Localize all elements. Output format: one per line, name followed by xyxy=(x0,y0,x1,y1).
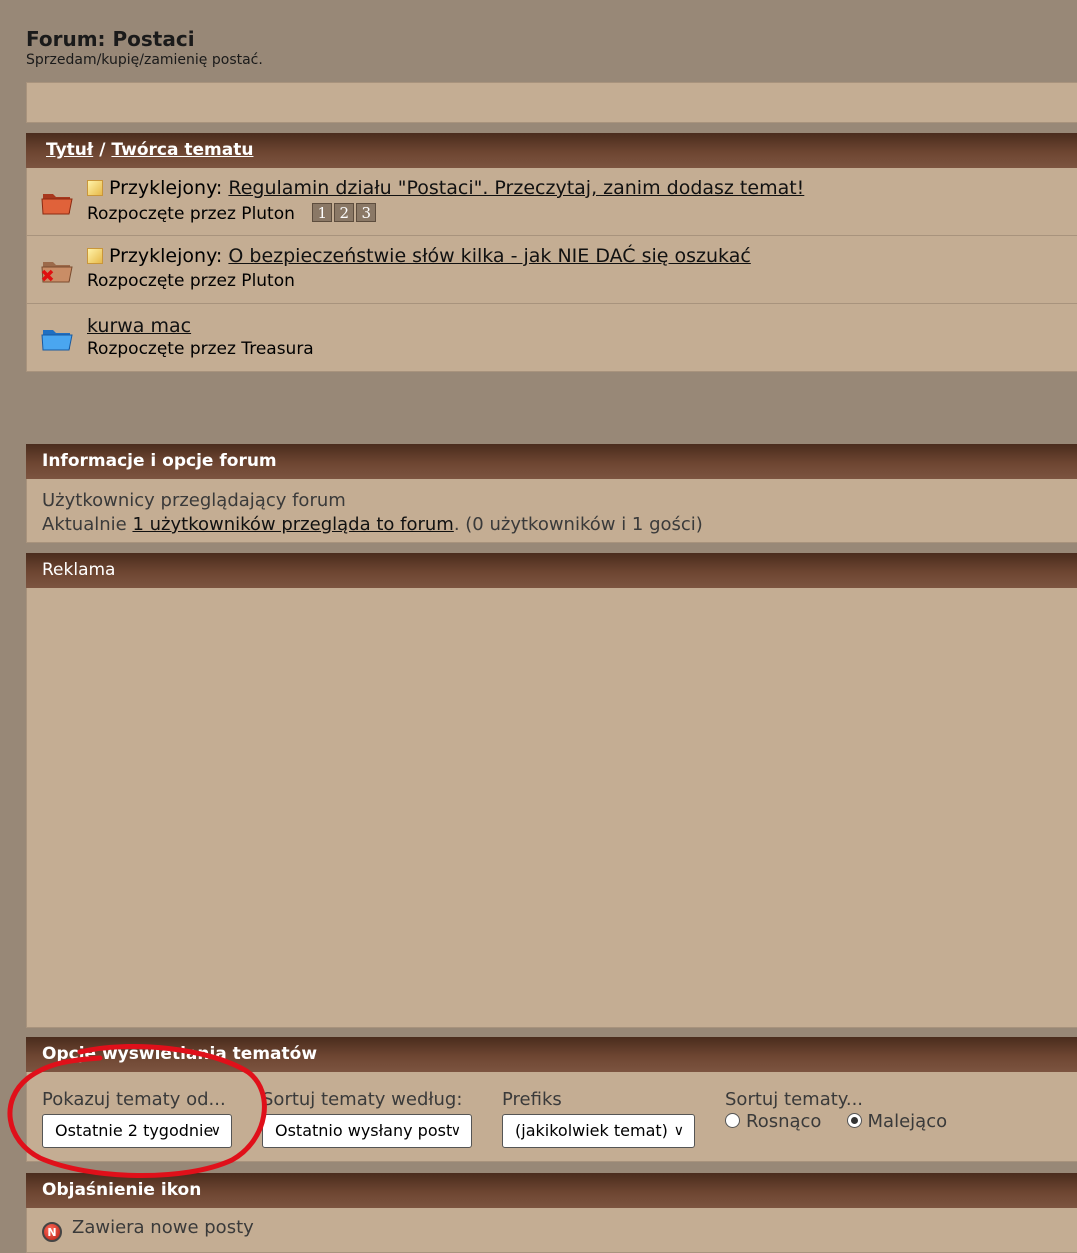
thread-row: Przyklejony: Regulamin działu "Postaci".… xyxy=(26,168,1077,236)
sticky-prefix: Przyklejony: xyxy=(109,177,223,199)
new-posts-label: Zawiera nowe posty xyxy=(72,1217,254,1238)
forum-description: Sprzedam/kupię/zamienię postać. xyxy=(26,52,263,68)
folder-blue-icon xyxy=(41,330,73,351)
show-from-label: Pokazuj tematy od... xyxy=(42,1089,226,1110)
thread-starter: Rozpoczęte przez Treasura xyxy=(87,339,314,359)
thread-pagination: 123 xyxy=(312,202,378,224)
page-title: Forum: Postaci xyxy=(26,27,195,51)
thread-title-link[interactable]: Regulamin działu "Postaci". Przeczytaj, … xyxy=(228,177,804,199)
sort-by-value: Ostatnio wysłany post xyxy=(275,1121,453,1140)
page-link-2[interactable]: 2 xyxy=(334,203,355,222)
currently-label: Aktualnie xyxy=(42,514,127,535)
threads-table-header: Tytuł / Twórca tematu xyxy=(26,133,1077,168)
prefix-group: Prefiks (jakikolwiek temat) ∨ xyxy=(502,1088,695,1148)
sort-by-title-link[interactable]: Tytuł xyxy=(46,140,93,160)
page-link-1[interactable]: 1 xyxy=(312,203,333,222)
sticky-icon xyxy=(87,248,103,264)
thread-starter: Rozpoczęte przez Pluton xyxy=(87,271,295,291)
chevron-down-icon: ∨ xyxy=(673,1123,684,1139)
ad-content xyxy=(26,588,1077,1028)
ad-header: Reklama xyxy=(26,553,1077,588)
sort-by-label: Sortuj tematy według: xyxy=(262,1089,463,1110)
descending-label[interactable]: Malejąco xyxy=(868,1111,948,1132)
folder-locked-icon xyxy=(41,262,73,283)
thread-row: Przyklejony: O bezpieczeństwie słów kilk… xyxy=(26,236,1077,304)
icon-legend-header: Objaśnienie ikon xyxy=(26,1173,1077,1208)
new-posts-icon: N xyxy=(42,1222,62,1242)
descending-radio[interactable] xyxy=(846,1113,862,1128)
page-link-3[interactable]: 3 xyxy=(356,203,377,222)
empty-panel xyxy=(26,82,1077,123)
icon-legend-row: N Zawiera nowe posty xyxy=(26,1208,1077,1253)
forum-info-panel: Informacje i opcje forum Użytkownicy prz… xyxy=(26,444,1077,543)
sticky-prefix: Przyklejony: xyxy=(109,245,223,267)
prefix-label: Prefiks xyxy=(502,1089,562,1110)
prefix-value: (jakikolwiek temat) xyxy=(515,1121,668,1140)
folder-red-icon xyxy=(41,194,73,215)
sort-order-label: Sortuj tematy... xyxy=(725,1089,864,1110)
display-options-row: Pokazuj tematy od... Ostatnie 2 tygodnie… xyxy=(26,1072,1077,1162)
users-browsing-link[interactable]: 1 użytkowników przegląda to forum xyxy=(132,514,453,535)
forum-info-header: Informacje i opcje forum xyxy=(26,444,1077,479)
icon-legend-panel: Objaśnienie ikon N Zawiera nowe posty xyxy=(26,1173,1077,1253)
sticky-icon xyxy=(87,180,103,196)
prefix-select[interactable]: (jakikolwiek temat) ∨ xyxy=(502,1114,695,1148)
chevron-down-icon: ∨ xyxy=(450,1123,461,1139)
thread-starter: Rozpoczęte przez Pluton xyxy=(87,204,295,224)
users-browsing-heading: Użytkownicy przeglądający forum xyxy=(42,490,346,511)
ascending-label[interactable]: Rosnąco xyxy=(746,1111,821,1132)
show-from-select[interactable]: Ostatnie 2 tygodnie ∨ xyxy=(42,1114,232,1148)
display-options-panel: Opcje wyświetlania tematów Pokazuj temat… xyxy=(26,1037,1077,1162)
thread-title-link[interactable]: kurwa mac xyxy=(87,315,191,337)
sort-by-group: Sortuj tematy według: Ostatnio wysłany p… xyxy=(262,1088,472,1148)
threads-table: Tytuł / Twórca tematu Przyklejony: Regulam… xyxy=(26,133,1077,372)
column-separator: / xyxy=(99,140,106,160)
ad-panel: Reklama xyxy=(26,553,1077,1028)
sort-order-group: Sortuj tematy... Rosnąco Malejąco xyxy=(725,1088,967,1132)
thread-title-link[interactable]: O bezpieczeństwie słów kilka - jak NIE D… xyxy=(228,245,750,267)
users-count-text: . (0 użytkowników i 1 gości) xyxy=(453,514,703,535)
show-from-group: Pokazuj tematy od... Ostatnie 2 tygodnie… xyxy=(42,1088,232,1148)
display-options-header: Opcje wyświetlania tematów xyxy=(26,1037,1077,1072)
sort-by-author-link[interactable]: Twórca tematu xyxy=(111,140,253,160)
chevron-down-icon: ∨ xyxy=(210,1123,221,1139)
sort-by-select[interactable]: Ostatnio wysłany post ∨ xyxy=(262,1114,472,1148)
page-header: Forum: Postaci Sprzedam/kupię/zamienię p… xyxy=(26,27,263,69)
users-browsing-row: Użytkownicy przeglądający forum Aktualni… xyxy=(26,479,1077,543)
ascending-radio[interactable] xyxy=(725,1113,740,1128)
thread-row: kurwa mac Rozpoczęte przez Treasura xyxy=(26,304,1077,372)
show-from-value: Ostatnie 2 tygodnie xyxy=(55,1121,214,1140)
